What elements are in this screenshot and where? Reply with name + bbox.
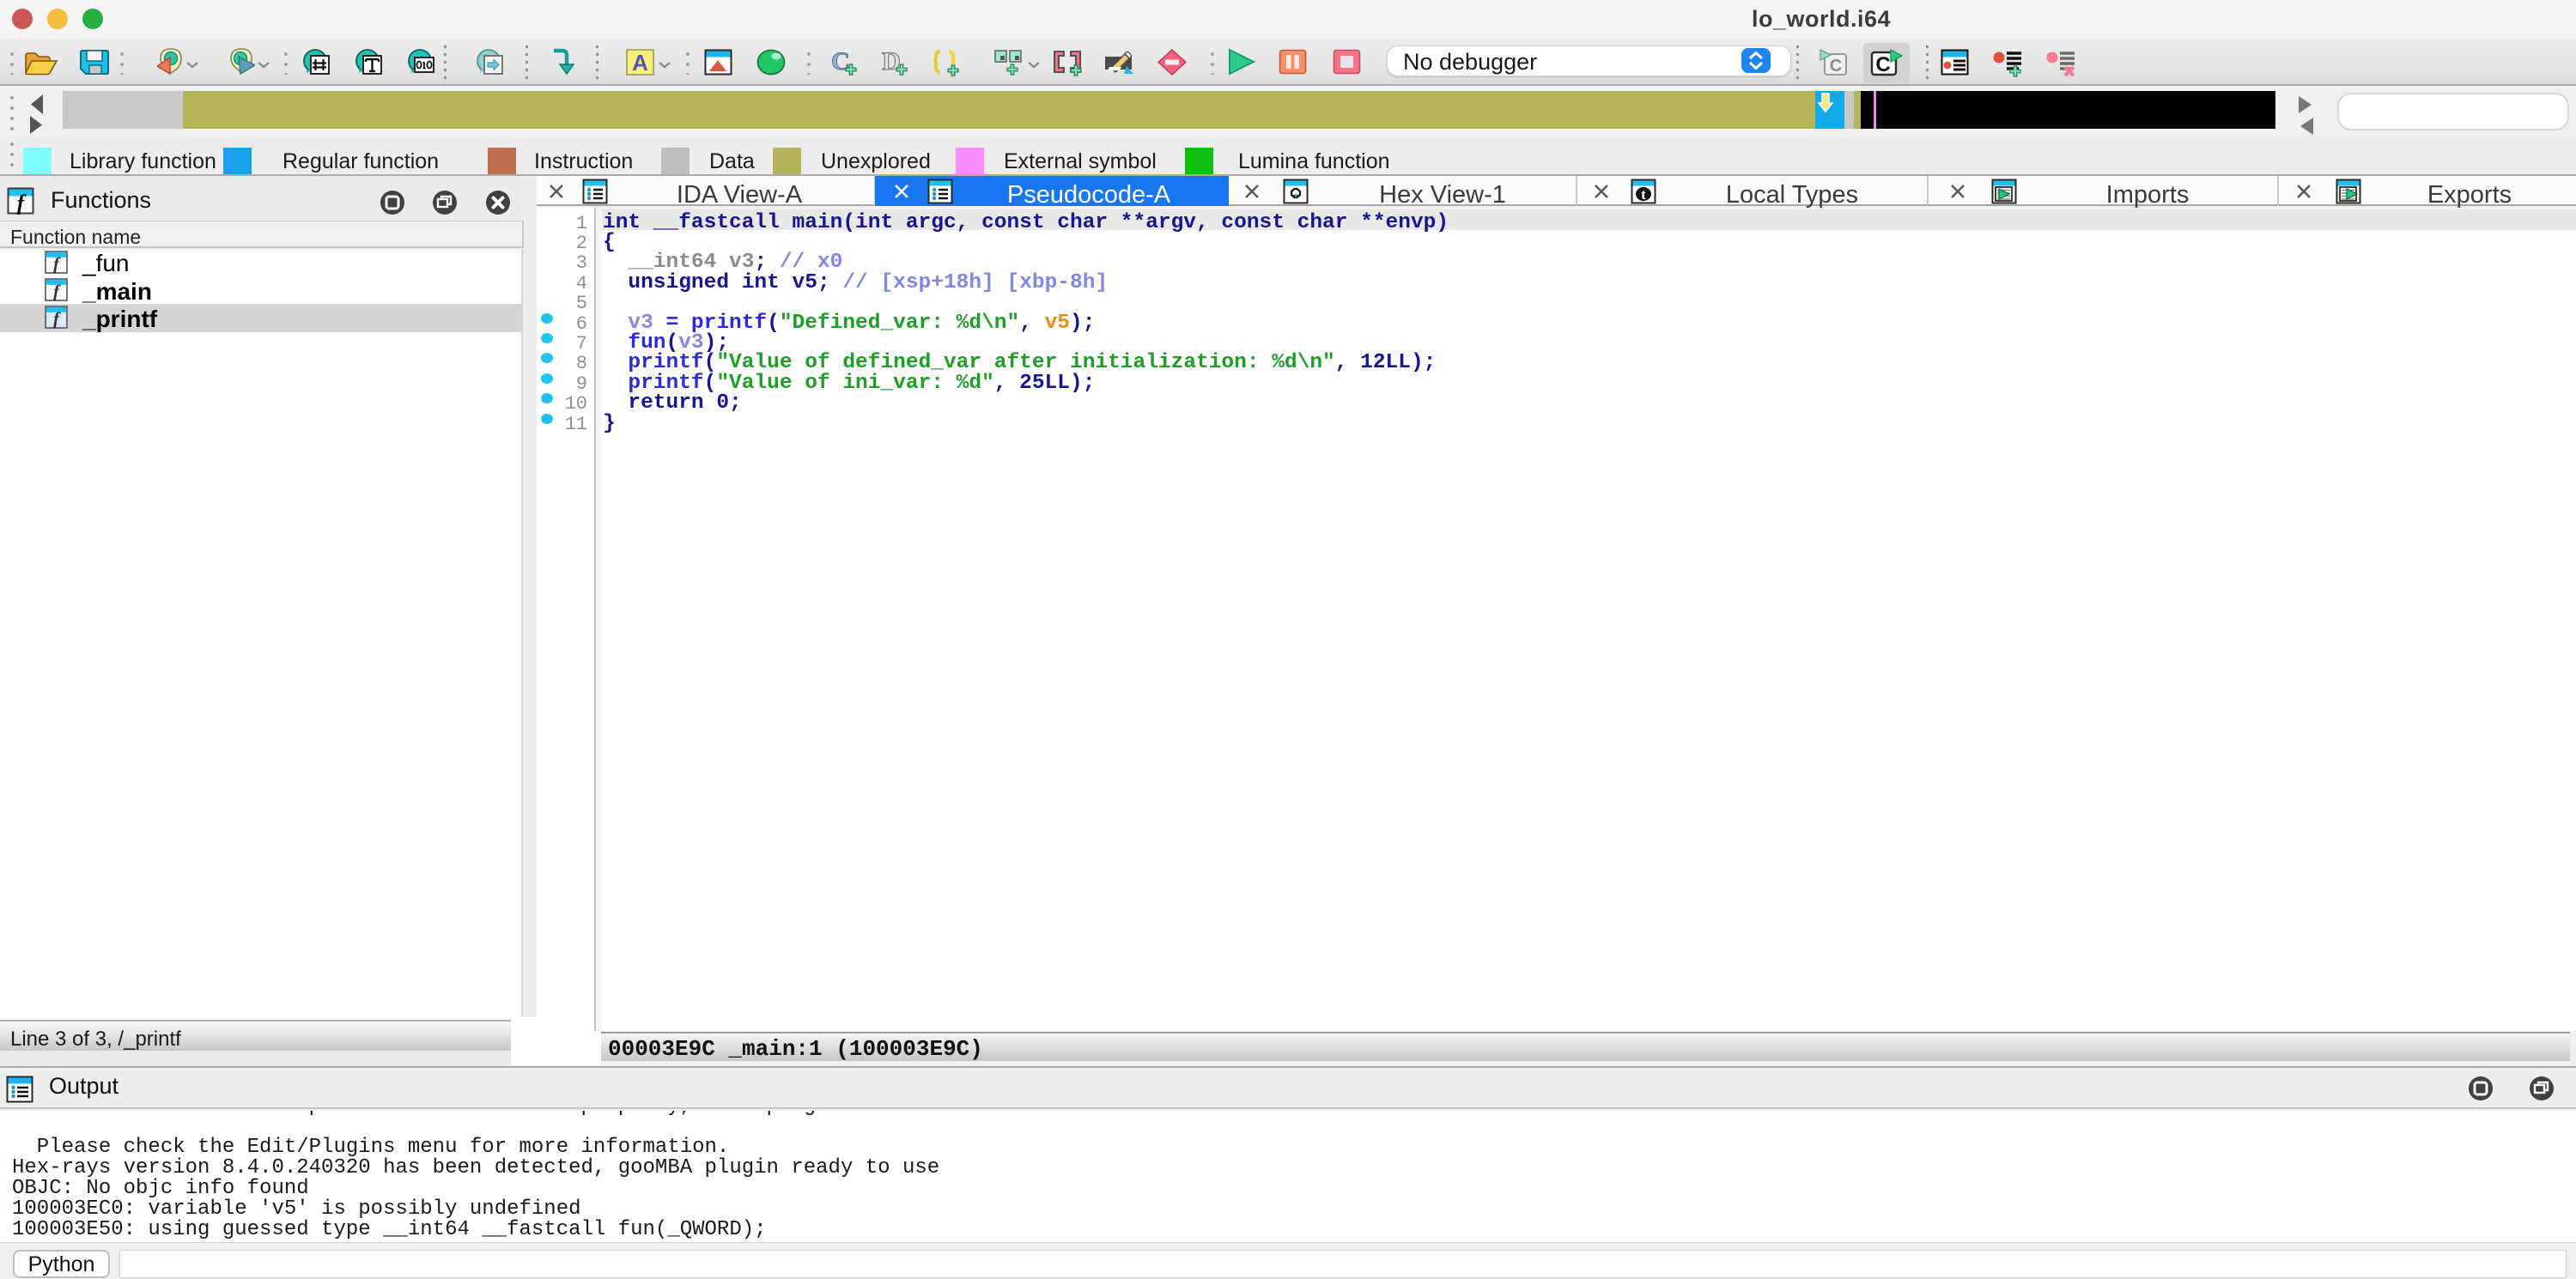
svg-text:C: C <box>1875 53 1890 76</box>
svg-text:A: A <box>632 50 648 76</box>
svg-text:t: t <box>1641 186 1646 203</box>
svg-text:C: C <box>1830 57 1842 76</box>
